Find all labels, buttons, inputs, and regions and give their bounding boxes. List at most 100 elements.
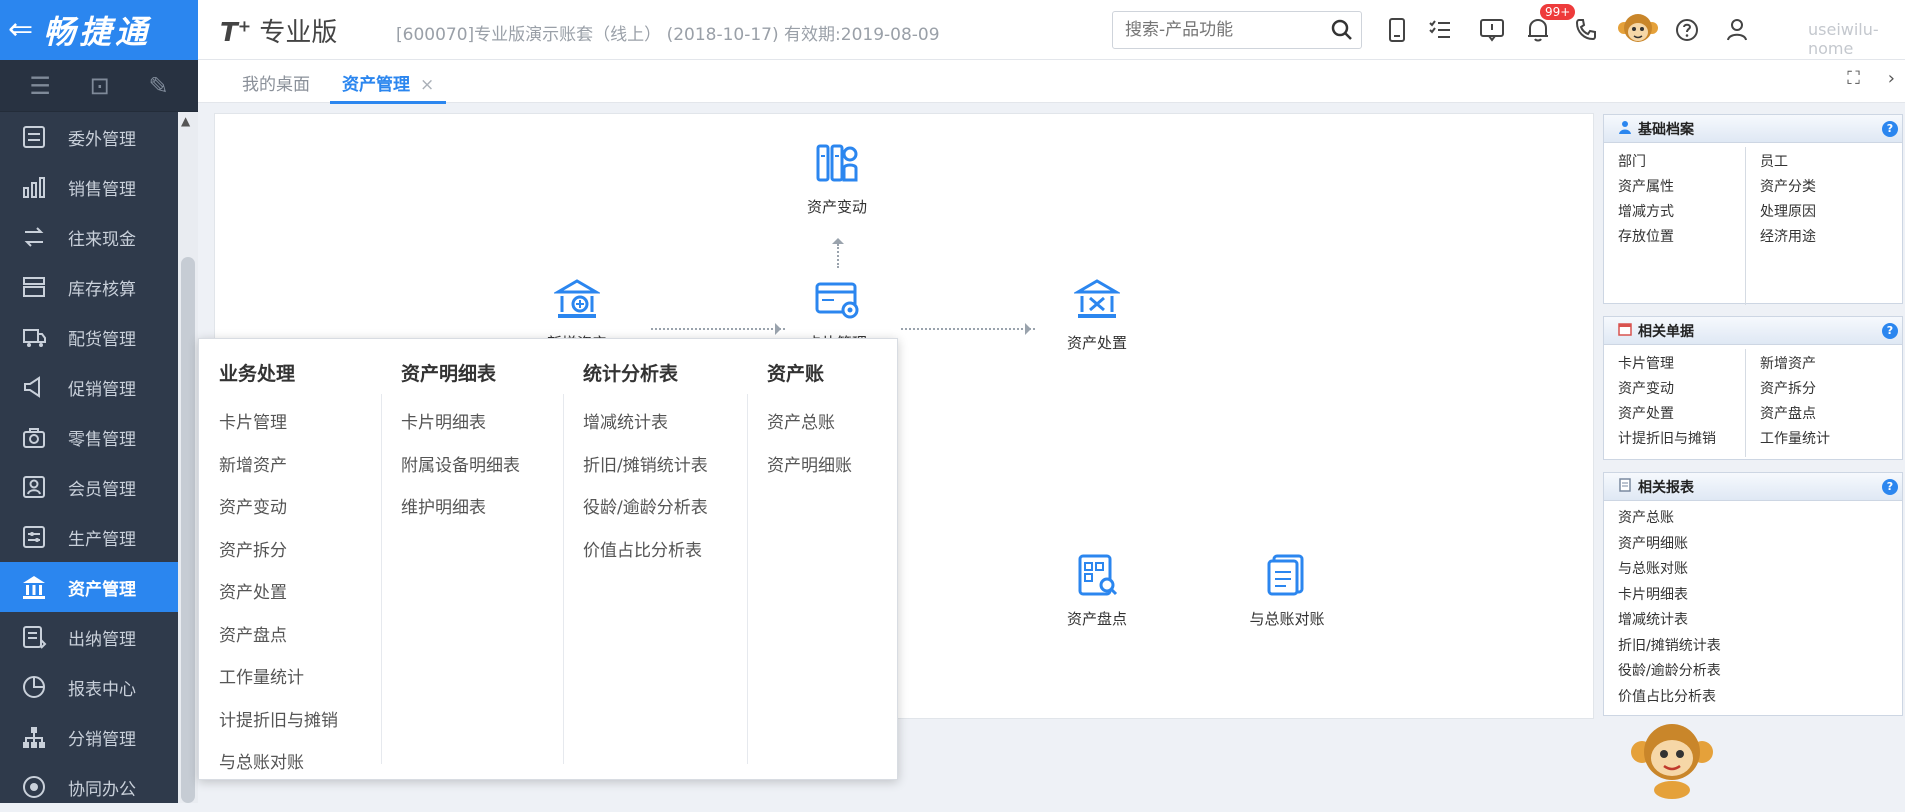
submenu-item[interactable]: 卡片明细表: [401, 408, 520, 451]
help-icon[interactable]: ?: [1882, 323, 1898, 339]
flow-node-asset-count[interactable]: 资产盘点: [1037, 552, 1157, 629]
panel-link[interactable]: 资产总账: [1618, 507, 1902, 533]
submenu-item[interactable]: 卡片管理: [219, 408, 338, 451]
panel-link[interactable]: 员工: [1760, 151, 1902, 176]
submenu-heading: 业务处理: [219, 363, 296, 385]
sidebar-item-report[interactable]: 报表中心: [0, 662, 178, 712]
submenu-item[interactable]: 役龄/逾龄分析表: [583, 493, 708, 536]
user-name[interactable]: useiwilu-nome: [1808, 20, 1905, 58]
panel-link[interactable]: 资产明细账: [1618, 533, 1902, 559]
back-arrow-icon[interactable]: ⇐: [8, 15, 33, 45]
submenu-item[interactable]: 资产盘点: [219, 621, 338, 664]
close-tab-icon[interactable]: ×: [420, 75, 434, 95]
scroll-up-icon[interactable]: ▲: [181, 114, 190, 128]
retail-icon: [18, 422, 50, 452]
task-list-icon[interactable]: [1426, 16, 1454, 44]
tab-asset-management[interactable]: 资产管理 ×: [330, 70, 447, 104]
submenu-item[interactable]: 价值占比分析表: [583, 536, 708, 579]
promotion-icon: [18, 372, 50, 402]
panel-link[interactable]: 价值占比分析表: [1618, 686, 1902, 712]
submenu-item[interactable]: 折旧/摊销统计表: [583, 451, 708, 494]
submenu-item[interactable]: 资产拆分: [219, 536, 338, 579]
scroll-thumb[interactable]: [181, 257, 195, 803]
fullscreen-icon[interactable]: ⛶: [1847, 68, 1860, 89]
panel-link[interactable]: 部门: [1618, 151, 1760, 176]
help-icon[interactable]: ?: [1882, 121, 1898, 137]
help-icon[interactable]: ?: [1882, 479, 1898, 495]
flow-node-label: 资产盘点: [1066, 610, 1127, 628]
panel-link[interactable]: 工作量统计: [1760, 428, 1902, 453]
mobile-icon[interactable]: [1383, 16, 1411, 44]
sidebar-item-asset[interactable]: 资产管理: [0, 562, 178, 612]
app-logo[interactable]: ⇐ 畅捷通: [0, 0, 198, 60]
panel-link[interactable]: 存放位置: [1618, 226, 1760, 251]
sidebar-item-cashier[interactable]: 出纳管理: [0, 612, 178, 662]
sidebar-item-collaboration[interactable]: 协同办公: [0, 762, 178, 812]
monkey-avatar-icon[interactable]: [1616, 8, 1660, 52]
phone-icon[interactable]: [1572, 16, 1600, 44]
panel-link[interactable]: 资产变动: [1618, 378, 1760, 403]
panel-link[interactable]: 折旧/摊销统计表: [1618, 635, 1902, 661]
user-icon[interactable]: [1723, 16, 1751, 44]
panel-link[interactable]: 役龄/逾龄分析表: [1618, 660, 1902, 686]
panel-link[interactable]: 处理原因: [1760, 201, 1902, 226]
submenu-item[interactable]: 增减统计表: [583, 408, 708, 451]
sidebar-item-inventory[interactable]: 库存核算: [0, 262, 178, 312]
bell-icon[interactable]: [1524, 16, 1552, 44]
panel-link[interactable]: 增减方式: [1618, 201, 1760, 226]
sidebar-item-delivery[interactable]: 配货管理: [0, 312, 178, 362]
sidebar-scrollbar[interactable]: ▲: [178, 112, 198, 803]
panel-link[interactable]: 计提折旧与摊销: [1618, 428, 1760, 453]
submenu-item[interactable]: 与总账对账: [219, 748, 338, 791]
submenu-item[interactable]: 资产总账: [767, 408, 852, 451]
submenu-item[interactable]: 资产明细账: [767, 451, 852, 494]
menu-icon[interactable]: ☰: [29, 72, 51, 100]
panel-row: 卡片管理 新增资产: [1618, 353, 1902, 378]
panel-link[interactable]: 资产分类: [1760, 176, 1902, 201]
panel-link[interactable]: 与总账对账: [1618, 558, 1902, 584]
submenu-item[interactable]: 资产变动: [219, 493, 338, 536]
search-input[interactable]: [1113, 12, 1313, 48]
delivery-icon: [18, 322, 50, 352]
panel-link[interactable]: 卡片管理: [1618, 353, 1760, 378]
sidebar-item-production[interactable]: 生产管理: [0, 512, 178, 562]
product-name: T+ 专业版: [220, 16, 338, 48]
sidebar-item-outsource[interactable]: 委外管理: [0, 112, 178, 162]
panel-row: 部门 员工: [1618, 151, 1902, 176]
message-icon[interactable]: [1478, 16, 1506, 44]
panel-link[interactable]: 增减统计表: [1618, 609, 1902, 635]
tab-my-desk[interactable]: 我的桌面: [242, 70, 310, 95]
submenu-column-statistics: 统计分析表 增减统计表 折旧/摊销统计表 役龄/逾龄分析表 价值占比分析表: [583, 359, 708, 578]
panel-link[interactable]: 经济用途: [1760, 226, 1902, 251]
collapse-icon[interactable]: ⊡: [90, 72, 110, 100]
flow-node-asset-dispose[interactable]: 资产处置: [1037, 276, 1157, 353]
submenu-item[interactable]: 新增资产: [219, 451, 338, 494]
submenu-column-ledger: 资产账 资产总账 资产明细账: [767, 359, 852, 493]
panel-link[interactable]: 卡片明细表: [1618, 584, 1902, 610]
sidebar-item-label: 销售管理: [68, 179, 136, 200]
sidebar-item-sales[interactable]: 销售管理: [0, 162, 178, 212]
sidebar-item-retail[interactable]: 零售管理: [0, 412, 178, 462]
edit-icon[interactable]: ✎: [149, 72, 169, 100]
panel-link[interactable]: 资产属性: [1618, 176, 1760, 201]
chevron-right-icon[interactable]: ›: [1888, 68, 1895, 89]
submenu-item[interactable]: 附属设备明细表: [401, 451, 520, 494]
panel-link[interactable]: 新增资产: [1760, 353, 1902, 378]
submenu-item[interactable]: 工作量统计: [219, 663, 338, 706]
sidebar-item-cash[interactable]: 往来现金: [0, 212, 178, 262]
submenu-item[interactable]: 计提折旧与摊销: [219, 706, 338, 749]
panel-link[interactable]: 资产盘点: [1760, 403, 1902, 428]
submenu-item[interactable]: 维护明细表: [401, 493, 520, 536]
flow-node-asset-change[interactable]: 资产变动: [777, 140, 897, 217]
help-icon[interactable]: [1673, 16, 1701, 44]
submenu-item[interactable]: 资产处置: [219, 578, 338, 621]
panel-link[interactable]: 资产处置: [1618, 403, 1760, 428]
monkey-mascot-icon[interactable]: [1628, 718, 1716, 804]
search-box[interactable]: [1112, 11, 1362, 49]
sidebar-item-distribution[interactable]: 分销管理: [0, 712, 178, 762]
sidebar-item-member[interactable]: 会员管理: [0, 462, 178, 512]
flow-node-ledger-reconcile[interactable]: 与总账对账: [1227, 552, 1347, 629]
sidebar-item-promotion[interactable]: 促销管理: [0, 362, 178, 412]
search-icon[interactable]: [1331, 19, 1353, 45]
panel-link[interactable]: 资产拆分: [1760, 378, 1902, 403]
